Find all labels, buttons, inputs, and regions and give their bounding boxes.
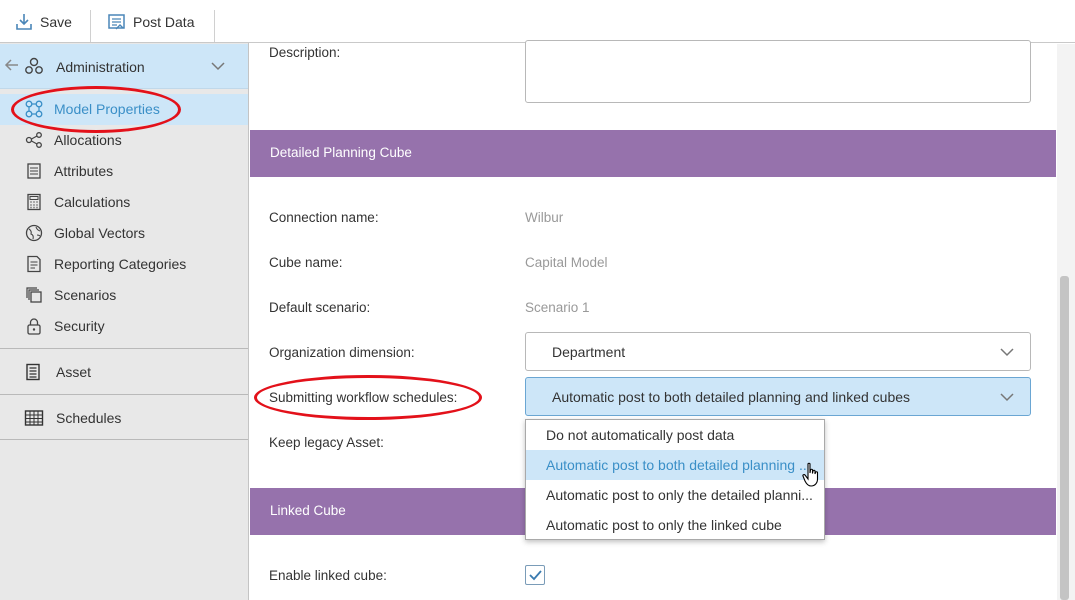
organization-dimension-label: Organization dimension: (269, 345, 415, 360)
section-title: Detailed Planning Cube (270, 145, 412, 160)
sidebar-item-label: Global Vectors (54, 225, 146, 241)
detailed-planning-cube-header: Detailed Planning Cube (250, 130, 1056, 177)
scrollbar-thumb[interactable] (1060, 276, 1069, 600)
organization-dimension-select[interactable]: Department (525, 332, 1031, 371)
option-label: Automatic post to only the linked cube (546, 517, 782, 533)
sidebar: Administration Model Properties Allocati… (0, 43, 249, 600)
lock-icon (27, 318, 41, 335)
sidebar-item-calculations[interactable]: Calculations (0, 187, 248, 218)
save-button[interactable]: Save (14, 0, 72, 43)
asset-icon (26, 363, 40, 381)
calculator-icon (27, 193, 41, 211)
option-label: Automatic post to both detailed planning… (546, 457, 811, 473)
connection-name-value: Wilbur (525, 210, 564, 225)
dropdown-option[interactable]: Automatic post to only the linked cube (526, 510, 824, 540)
chevron-down-icon[interactable] (210, 60, 226, 72)
post-data-button[interactable]: Post Data (107, 0, 194, 43)
sidebar-item-label: Calculations (54, 194, 131, 210)
description-label: Description: (269, 45, 341, 60)
globe-icon (25, 224, 43, 242)
submitting-workflow-label: Submitting workflow schedules: (269, 390, 458, 405)
administration-icon (25, 57, 43, 74)
sidebar-item-label: Security (54, 318, 105, 334)
option-label: Automatic post to only the detailed plan… (546, 487, 813, 503)
checkmark-icon (529, 570, 542, 581)
workflow-dropdown-list: Do not automatically post data Automatic… (525, 419, 825, 540)
dropdown-option-highlighted[interactable]: Automatic post to both detailed planning… (526, 450, 824, 480)
cube-name-value: Capital Model (525, 255, 608, 270)
administration-label: Administration (56, 59, 145, 75)
sidebar-item-label: Model Properties (54, 101, 160, 117)
dropdown-option[interactable]: Automatic post to only the detailed plan… (526, 480, 824, 510)
post-data-label: Post Data (133, 13, 195, 30)
sidebar-section-label: Asset (56, 364, 92, 380)
enable-linked-cube-label: Enable linked cube: (269, 568, 387, 583)
model-properties-icon (25, 100, 43, 118)
sidebar-item-global-vectors[interactable]: Global Vectors (0, 218, 248, 249)
sidebar-item-label: Scenarios (54, 287, 117, 303)
sidebar-item-model-properties[interactable]: Model Properties (0, 94, 248, 125)
toolbar: Save Post Data (0, 0, 1075, 43)
option-label: Do not automatically post data (546, 427, 735, 443)
schedules-icon (24, 410, 44, 426)
download-icon (16, 13, 32, 30)
sidebar-item-label: Reporting Categories (54, 256, 187, 272)
chevron-down-icon (1000, 348, 1014, 357)
cube-name-label: Cube name: (269, 255, 343, 270)
connection-name-label: Connection name: (269, 210, 379, 225)
hand-cursor-icon (802, 462, 819, 487)
reporting-icon (27, 255, 41, 273)
sidebar-item-reporting-categories[interactable]: Reporting Categories (0, 249, 248, 280)
default-scenario-value: Scenario 1 (525, 300, 590, 315)
sidebar-section-asset[interactable]: Asset (0, 348, 248, 394)
sidebar-item-label: Attributes (54, 163, 114, 179)
administration-header[interactable]: Administration (0, 44, 248, 89)
enable-linked-cube-checkbox[interactable] (525, 565, 545, 585)
toolbar-divider (90, 10, 91, 42)
back-arrow-icon[interactable] (4, 57, 20, 73)
default-scenario-label: Default scenario: (269, 300, 371, 315)
description-input[interactable] (525, 40, 1031, 103)
select-value: Department (552, 344, 626, 360)
toolbar-divider (214, 10, 215, 42)
select-value: Automatic post to both detailed planning… (552, 389, 911, 405)
sidebar-item-attributes[interactable]: Attributes (0, 156, 248, 187)
sidebar-item-allocations[interactable]: Allocations (0, 125, 248, 156)
sidebar-section-schedules[interactable]: Schedules (0, 394, 248, 440)
attributes-icon (27, 163, 41, 179)
sidebar-item-scenarios[interactable]: Scenarios (0, 280, 248, 311)
dropdown-option[interactable]: Do not automatically post data (526, 420, 824, 450)
sidebar-section-label: Schedules (56, 410, 122, 426)
sidebar-item-security[interactable]: Security (0, 311, 248, 342)
keep-legacy-asset-label: Keep legacy Asset: (269, 435, 384, 450)
vertical-scrollbar[interactable] (1057, 44, 1075, 600)
scenarios-icon (26, 287, 42, 303)
allocations-icon (25, 132, 42, 148)
submitting-workflow-select[interactable]: Automatic post to both detailed planning… (525, 377, 1031, 416)
save-label: Save (40, 13, 72, 30)
chevron-down-icon (1000, 393, 1014, 402)
section-title: Linked Cube (270, 503, 346, 518)
sidebar-item-label: Allocations (54, 132, 122, 148)
post-data-icon (108, 13, 125, 29)
